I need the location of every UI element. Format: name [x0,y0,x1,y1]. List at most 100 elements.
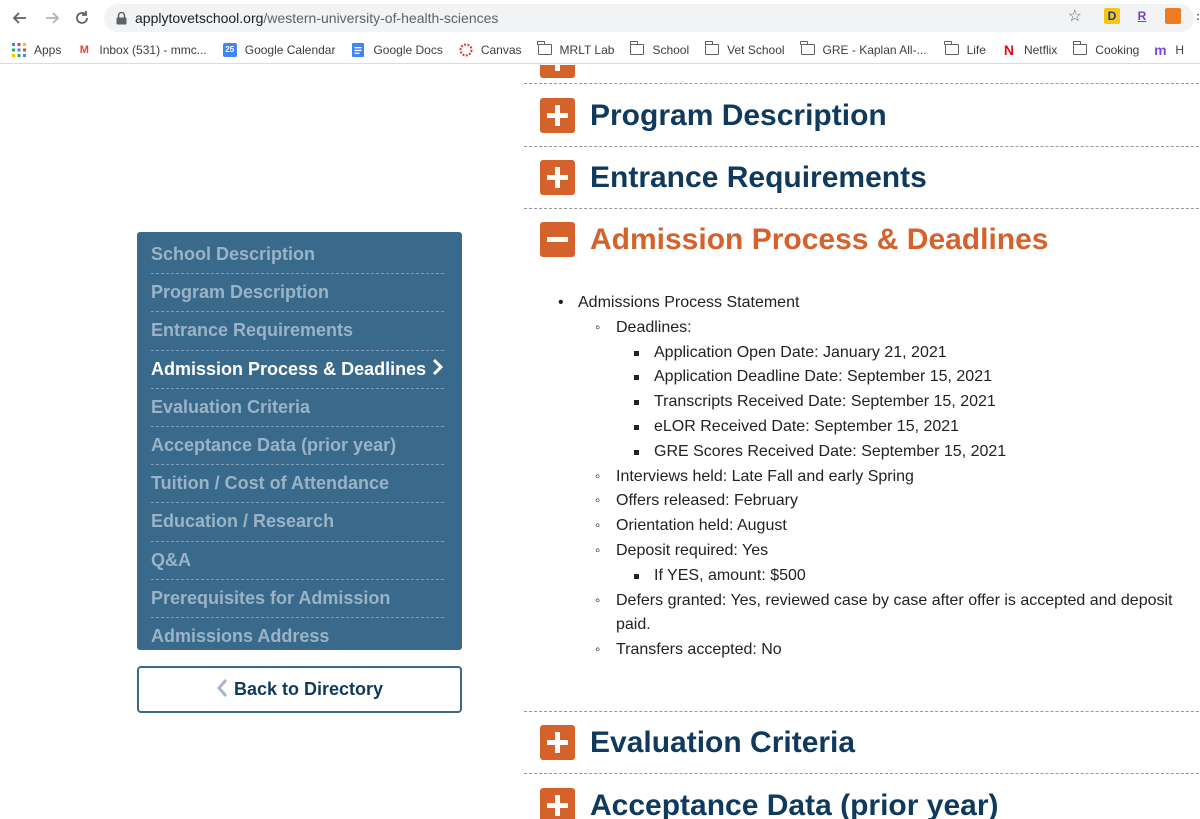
browser-toolbar: applytovetschool.org/western-university-… [0,0,1200,36]
bookmark-label: H [1175,42,1184,57]
expand-icon [540,725,575,760]
list-item: Transcripts Received Date: September 15,… [616,390,1200,415]
divider [524,208,1200,209]
folder-icon [704,41,720,57]
folder-icon [1072,41,1088,57]
section-admission-process-header[interactable]: Admission Process & Deadlines [540,222,1049,257]
admission-details: Admissions Process Statement Deadlines: … [558,291,1200,663]
extension-orange-icon[interactable] [1165,8,1181,24]
sidebar-item-admission-process[interactable]: Admission Process & Deadlines [151,351,444,389]
sidebar-item-program-description[interactable]: Program Description [151,274,444,313]
folder-icon [537,41,552,57]
sidebar-item-tuition[interactable]: Tuition / Cost of Attendance [151,465,444,504]
bookmark-apps[interactable]: Apps [12,39,61,61]
sidebar-item-school-description[interactable]: School Description [151,236,444,275]
list-item: Offers released: February [578,489,1200,514]
section-acceptance-data-header[interactable]: Acceptance Data (prior year) [540,788,999,819]
section-program-description-header[interactable]: Program Description [540,98,887,133]
bookmark-life[interactable]: Life [944,39,986,61]
bookmark-h[interactable]: m H [1153,39,1184,61]
canvas-icon [459,43,473,57]
expand-icon [540,788,575,819]
docs-icon [351,42,365,57]
lock-icon [116,11,127,25]
forward-arrow-icon[interactable] [38,4,66,32]
bookmark-school[interactable]: School [629,39,690,61]
list-item: Orientation held: August [578,514,1200,539]
section-title: Evaluation Criteria [590,725,856,759]
bookmark-label: MRLT Lab [559,42,615,57]
back-button-label: Back to Directory [233,679,384,699]
extension-d-icon[interactable]: D [1104,8,1120,24]
bookmark-cooking[interactable]: Cooking [1072,39,1140,61]
list-item: Application Deadline Date: September 15,… [616,365,1200,390]
back-arrow-icon[interactable] [6,4,34,32]
bookmark-label: GRE - Kaplan All-... [822,42,927,57]
bookmark-docs[interactable]: Google Docs [351,39,443,61]
divider [524,83,1200,84]
netflix-icon: N [1003,41,1014,58]
divider [524,773,1200,774]
sidebar-item-education-research[interactable]: Education / Research [151,503,444,542]
back-to-directory-button[interactable]: Back to Directory [137,666,462,713]
expand-icon [540,160,575,195]
sidebar-item-label: Evaluation Criteria [151,396,311,417]
list-item: Interviews held: Late Fall and early Spr… [578,465,1200,490]
reload-icon[interactable] [68,4,96,32]
folder-icon [800,41,815,57]
sidebar-item-entrance-requirements[interactable]: Entrance Requirements [151,312,444,351]
bookmark-gre-kaplan[interactable]: GRE - Kaplan All-... [800,39,927,61]
gmail-icon: M [79,43,89,56]
bookmark-canvas[interactable]: Canvas [459,39,522,61]
bookmark-netflix[interactable]: N Netflix [1002,39,1057,61]
list-item: Deadlines: Application Open Date: Januar… [578,316,1200,465]
list-item: eLOR Received Date: September 15, 2021 [616,415,1200,440]
section-title: Acceptance Data (prior year) [590,788,999,819]
bookmark-calendar[interactable]: 25 Google Calendar [222,39,336,61]
sidebar-item-evaluation-criteria[interactable]: Evaluation Criteria [151,389,444,427]
extensions-menu-icon[interactable]: : [1190,8,1200,24]
sidebar-item-prerequisites[interactable]: Prerequisites for Admission [151,580,444,618]
sidebar-item-label: Entrance Requirements [151,320,354,341]
expand-icon [540,98,575,133]
bookmark-label: Vet School [727,42,785,57]
extension-r-icon[interactable]: R [1134,8,1150,24]
list-item: If YES, amount: $500 [616,564,1200,589]
chevron-left-icon [216,674,228,705]
list-item: GRE Scores Received Date: September 15, … [616,440,1200,465]
address-bar[interactable]: applytovetschool.org/western-university-… [104,4,1194,32]
sidebar-item-admissions-address[interactable]: Admissions Address [151,618,444,656]
deposit-text: Deposit required: Yes [616,541,769,559]
list-item: Deposit required: Yes If YES, amount: $5… [578,539,1200,589]
apps-grid-icon [12,42,26,57]
deadlines-label: Deadlines: [616,318,692,336]
bookmark-vet-school[interactable]: Vet School [704,39,785,61]
section-school-description-header[interactable] [540,65,575,78]
sidebar-item-label: Tuition / Cost of Attendance [151,473,389,494]
sidebar-item-label: Program Description [151,282,330,303]
bookmark-label: Cooking [1095,42,1140,57]
bookmark-label: School [652,42,690,57]
bookmark-label: Life [966,42,986,57]
bookmark-star-icon[interactable]: ☆ [1068,6,1082,26]
list-item: Transfers accepted: No [578,638,1200,663]
section-title: Program Description [590,98,887,132]
divider [524,146,1200,147]
folder-icon [944,41,959,57]
expand-icon [540,65,575,78]
section-evaluation-criteria-header[interactable]: Evaluation Criteria [540,725,855,760]
bookmark-label: Canvas [480,42,522,57]
sidebar-item-label: Prerequisites for Admission [151,587,391,608]
list-item: Defers granted: Yes, reviewed case by ca… [578,589,1200,639]
sidebar-item-qa[interactable]: Q&A [151,542,444,580]
bookmark-mrlt-lab[interactable]: MRLT Lab [537,39,615,61]
section-nav-sidebar: School Description Program Description E… [137,232,462,650]
bookmark-label: Google Docs [373,42,443,57]
section-entrance-requirements-header[interactable]: Entrance Requirements [540,160,927,195]
sidebar-item-label: Education / Research [151,511,335,532]
bookmark-label: Google Calendar [244,42,336,57]
bookmark-inbox[interactable]: M Inbox (531) - mmc... [77,39,207,61]
m-icon: m [1154,41,1167,58]
bookmarks-bar: Apps M Inbox (531) - mmc... 25 Google Ca… [0,36,1200,64]
sidebar-item-acceptance-data[interactable]: Acceptance Data (prior year) [151,427,444,466]
